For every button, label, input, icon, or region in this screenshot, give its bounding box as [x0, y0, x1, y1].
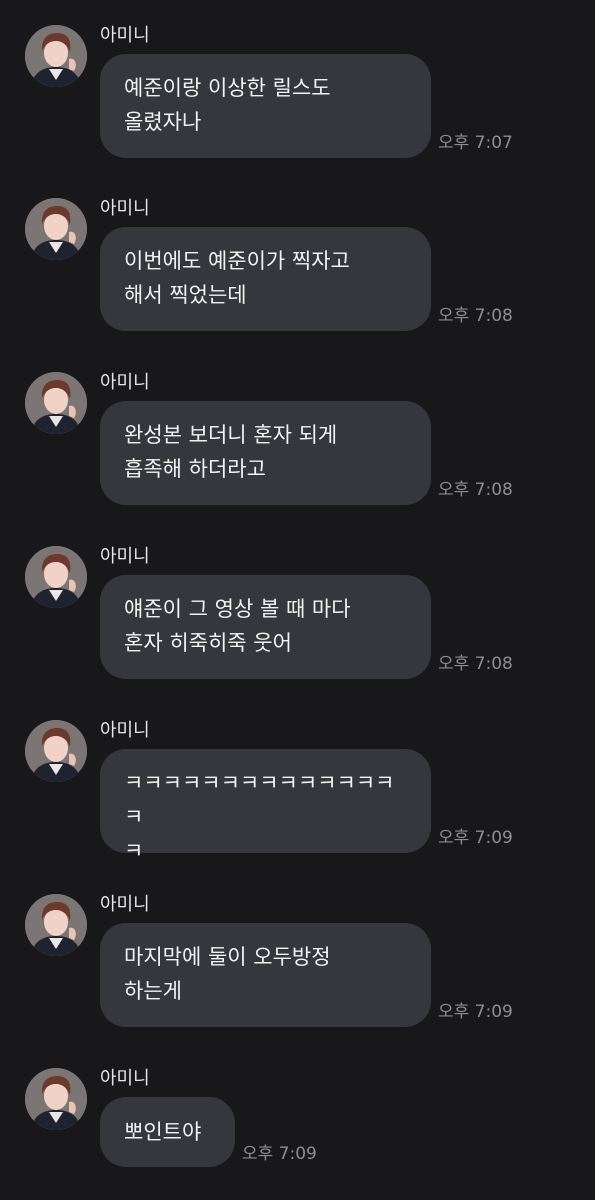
profile-photo-avatar[interactable] — [25, 1068, 87, 1130]
avatar-portrait-icon — [25, 25, 87, 87]
profile-photo-avatar[interactable] — [25, 198, 87, 260]
message-bubble[interactable]: 완성본 보더니 혼자 되게 흡족해 하더라고 — [100, 401, 431, 505]
message-bubble[interactable]: 예준이랑 이상한 릴스도 올렸자나 — [100, 54, 431, 158]
message-time: 오후 7:08 — [438, 306, 513, 326]
avatar-portrait-icon — [25, 372, 87, 434]
avatar-portrait-icon — [25, 720, 87, 782]
message-bubble[interactable]: 뽀인트야 — [100, 1097, 235, 1167]
sender-name: 아미니 — [100, 894, 150, 915]
message-bubble[interactable]: 마지막에 둘이 오두방정 하는게 — [100, 923, 431, 1027]
message-bubble[interactable]: 얘준이 그 영상 볼 때 마다 혼자 히죽히죽 웃어 — [100, 575, 431, 679]
message-bubble[interactable]: 이번에도 예준이가 찍자고 해서 찍었는데 — [100, 227, 431, 331]
sender-name: 아미니 — [100, 25, 150, 46]
message-time: 오후 7:08 — [438, 480, 513, 500]
sender-name: 아미니 — [100, 1068, 150, 1089]
profile-photo-avatar[interactable] — [25, 720, 87, 782]
sender-name: 아미니 — [100, 720, 150, 741]
profile-photo-avatar[interactable] — [25, 894, 87, 956]
profile-photo-avatar[interactable] — [25, 25, 87, 87]
avatar-portrait-icon — [25, 546, 87, 608]
avatar-portrait-icon — [25, 198, 87, 260]
sender-name: 아미니 — [100, 198, 150, 219]
profile-photo-avatar[interactable] — [25, 372, 87, 434]
avatar-portrait-icon — [25, 1068, 87, 1130]
avatar-portrait-icon — [25, 894, 87, 956]
sender-name: 아미니 — [100, 546, 150, 567]
message-bubble[interactable]: ㅋㅋㅋㅋㅋㅋㅋㅋㅋㅋㅋㅋㅋㅋㅋ ㅋ — [100, 749, 431, 863]
message-time: 오후 7:07 — [438, 133, 513, 153]
message-time: 오후 7:09 — [242, 1144, 317, 1164]
message-time: 오후 7:08 — [438, 654, 513, 674]
message-time: 오후 7:09 — [438, 828, 513, 848]
sender-name: 아미니 — [100, 372, 150, 393]
profile-photo-avatar[interactable] — [25, 546, 87, 608]
message-time: 오후 7:09 — [438, 1002, 513, 1022]
